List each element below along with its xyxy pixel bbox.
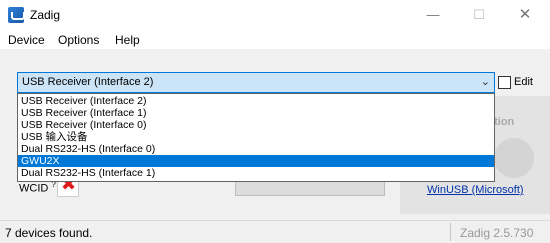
device-select[interactable]: USB Receiver (Interface 2) ⌄: [17, 72, 495, 93]
maximize-button[interactable]: ☐: [456, 0, 502, 30]
dropdown-item[interactable]: Dual RS232-HS (Interface 0): [18, 143, 494, 155]
edit-checkbox[interactable]: [498, 76, 511, 89]
device-select-value: USB Receiver (Interface 2): [22, 76, 154, 88]
status-divider: [450, 223, 451, 241]
chevron-down-icon[interactable]: ⌄: [481, 75, 490, 88]
menu-options[interactable]: Options: [58, 33, 99, 47]
zadig-app-icon: [8, 7, 25, 23]
window-title: Zadig: [30, 8, 61, 22]
wcid-label: WCID ?: [19, 180, 56, 195]
menu-help[interactable]: Help: [115, 33, 140, 47]
dropdown-item-highlighted[interactable]: GWU2X: [18, 155, 494, 167]
status-message: 7 devices found.: [5, 226, 93, 240]
edit-label: Edit: [514, 76, 533, 88]
dropdown-item[interactable]: USB Receiver (Interface 2): [18, 95, 494, 107]
dropdown-item[interactable]: USB Receiver (Interface 1): [18, 107, 494, 119]
title-bar: Zadig — ☐ ✕: [0, 0, 550, 30]
dropdown-item[interactable]: USB 输入设备: [18, 131, 494, 143]
panel-watermark: [494, 138, 534, 178]
status-bar: 7 devices found. Zadig 2.5.730: [0, 220, 550, 243]
dropdown-item[interactable]: Dual RS232-HS (Interface 1): [18, 167, 494, 179]
target-driver-box: [235, 180, 385, 196]
menu-bar: Device Options Help: [0, 30, 550, 50]
dropdown-item[interactable]: USB Receiver (Interface 0): [18, 119, 494, 131]
winusb-link[interactable]: WinUSB (Microsoft): [427, 184, 524, 196]
close-button[interactable]: ✕: [502, 0, 548, 30]
device-dropdown-list: USB Receiver (Interface 2) USB Receiver …: [17, 93, 495, 182]
minimize-button[interactable]: —: [410, 0, 456, 30]
menu-device[interactable]: Device: [8, 33, 45, 47]
version-label: Zadig 2.5.730: [460, 226, 534, 240]
